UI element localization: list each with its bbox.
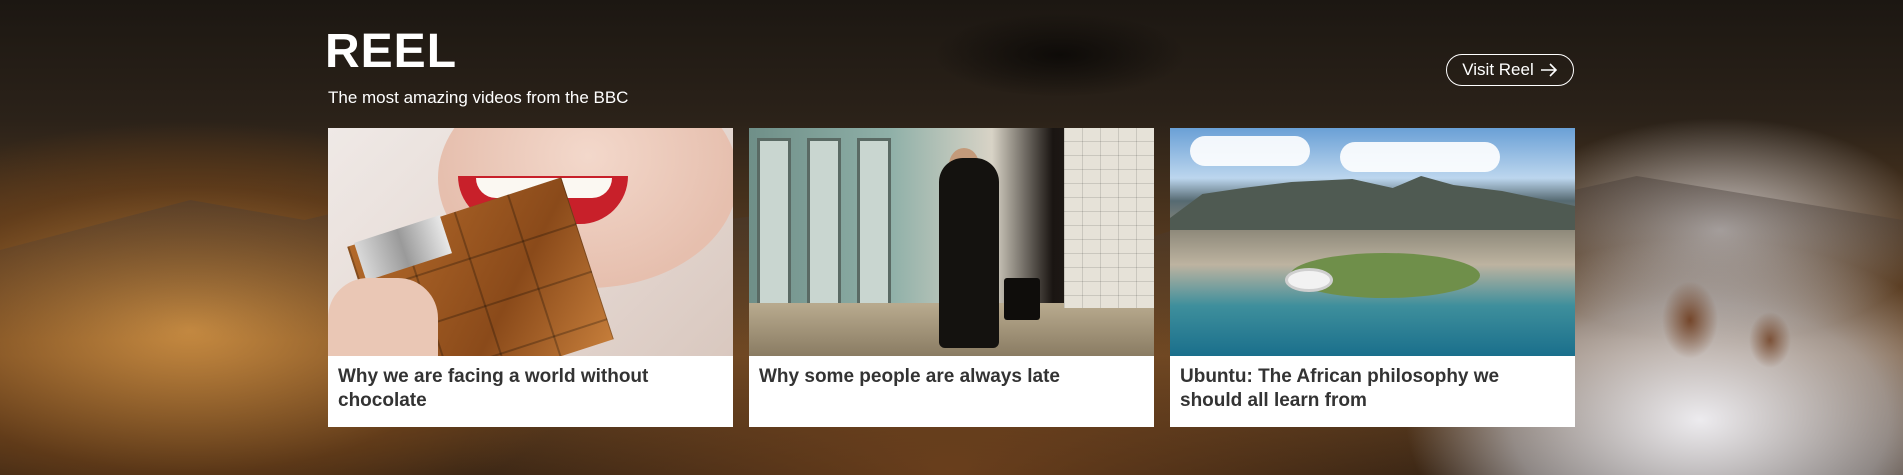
- video-card[interactable]: Ubuntu: The African philosophy we should…: [1170, 128, 1575, 427]
- background-tree-silhouette: [860, 0, 1280, 140]
- video-card-list: Why we are facing a world without chocol…: [328, 128, 1575, 427]
- card-title[interactable]: Ubuntu: The African philosophy we should…: [1170, 356, 1575, 413]
- visit-reel-label: Visit Reel: [1462, 60, 1534, 79]
- card-thumbnail-chocolate[interactable]: [328, 128, 733, 356]
- arrow-right-icon: [1540, 63, 1557, 77]
- card-thumbnail-cape-town[interactable]: [1170, 128, 1575, 356]
- visit-reel-button[interactable]: Visit Reel: [1446, 54, 1574, 86]
- card-title[interactable]: Why we are facing a world without chocol…: [328, 356, 733, 413]
- video-card[interactable]: Why we are facing a world without chocol…: [328, 128, 733, 427]
- video-card[interactable]: Why some people are always late: [749, 128, 1154, 427]
- card-title[interactable]: Why some people are always late: [749, 356, 1154, 389]
- section-title[interactable]: REEL: [325, 28, 457, 76]
- section-subtitle: The most amazing videos from the BBC: [328, 88, 629, 107]
- card-thumbnail-train[interactable]: [749, 128, 1154, 356]
- background-snowy-rocks: [1640, 260, 1820, 380]
